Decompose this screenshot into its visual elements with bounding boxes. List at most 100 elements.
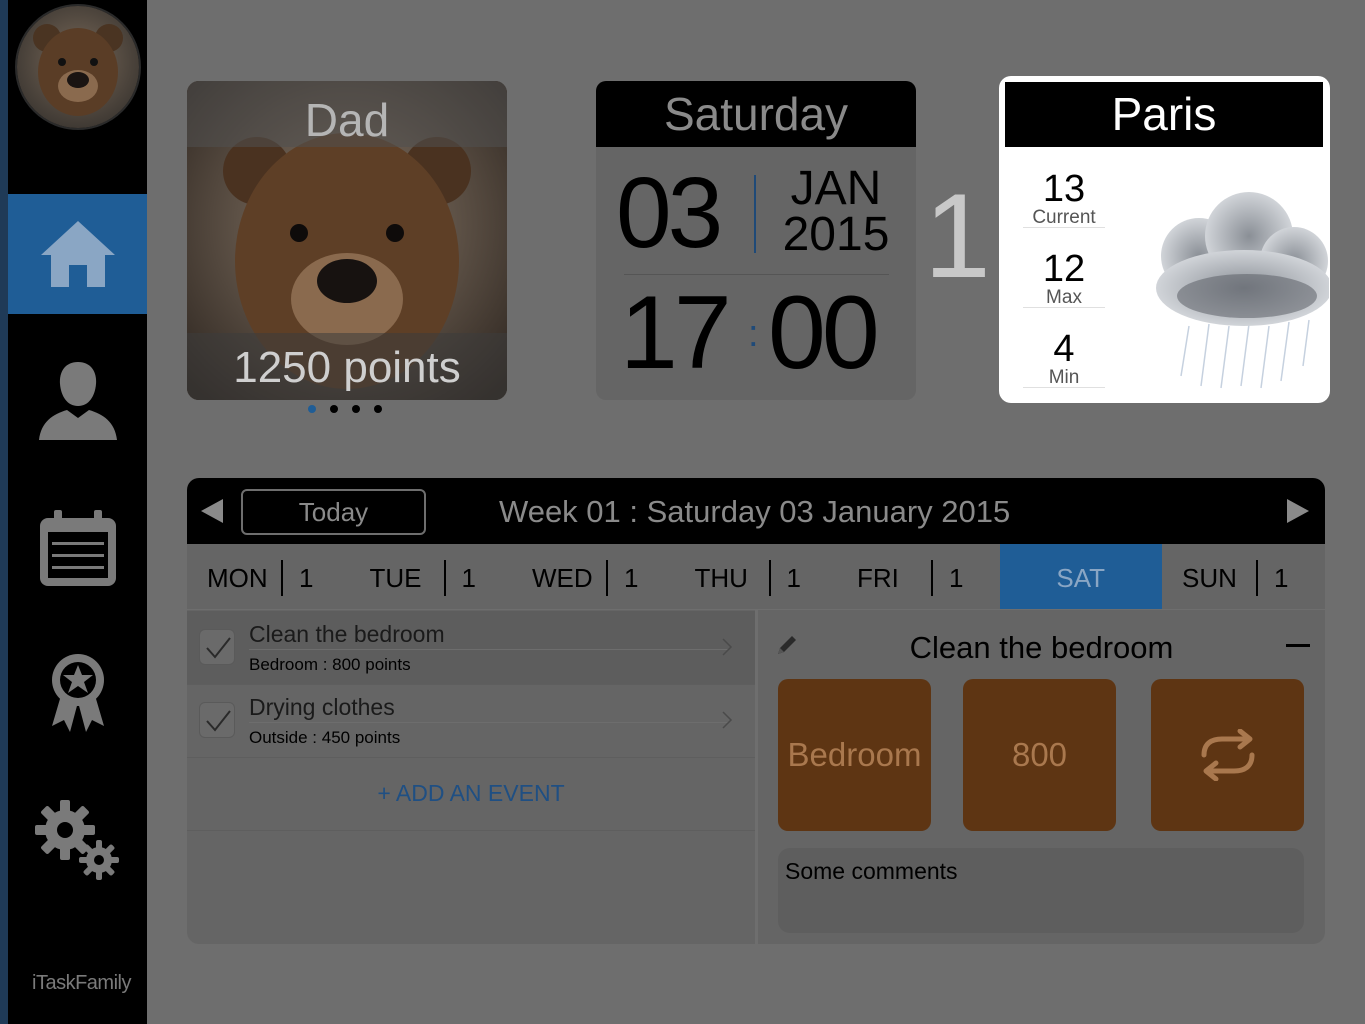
day-count: 1 [1274, 563, 1289, 593]
weather-divider [1023, 307, 1105, 308]
tab-wed[interactable]: WED 1 [512, 544, 675, 609]
day-count: 1 [299, 563, 314, 593]
weather-min-value: 4 [1053, 328, 1075, 370]
tab-sun[interactable]: SUN 1 [1162, 544, 1325, 609]
chevron-right-icon [722, 638, 733, 656]
pager-dot[interactable] [352, 405, 360, 413]
room-label: Bedroom [787, 736, 922, 773]
weather-max: 12 Max [1023, 250, 1105, 309]
award-ribbon-icon [51, 654, 104, 732]
event-detail-panel: Clean the bedroom Bedroom 800 Some comme… [758, 610, 1325, 944]
time-hours: 17 [620, 275, 732, 391]
day-count: 1 [461, 563, 476, 593]
week-navigation: Today Week 01 : Saturday 03 January 2015 [187, 478, 1325, 544]
add-event-button[interactable]: + ADD AN EVENT [187, 780, 755, 807]
row-divider [187, 757, 755, 758]
week-title: Week 01 : Saturday 03 January 2015 [499, 494, 1011, 529]
weather-current-value: 13 [1042, 168, 1086, 210]
event-divider [249, 649, 729, 650]
tab-fri[interactable]: FRI 1 [837, 544, 1000, 609]
date-month: JAN [790, 162, 882, 215]
sidebar-item-home[interactable] [8, 194, 147, 314]
profile-name: Dad [304, 94, 390, 146]
rain-cloud-icon [1156, 192, 1329, 389]
row-divider [187, 830, 755, 831]
repeat-icon [1201, 729, 1254, 781]
day-separator [768, 560, 771, 596]
event-checkbox[interactable] [199, 629, 235, 665]
day-name: SAT [1056, 563, 1106, 593]
sidebar: iTaskFamily [0, 0, 147, 1024]
day-name: THU [694, 563, 748, 593]
day-separator [281, 560, 283, 596]
weather-max-label: Max [1046, 287, 1082, 308]
tab-thu[interactable]: THU 1 [675, 544, 838, 609]
day-name: TUE [369, 563, 422, 593]
repeat-tile[interactable] [1151, 679, 1304, 831]
chevron-right-icon [722, 711, 733, 729]
avatar[interactable] [15, 4, 141, 130]
day-name: SUN [1182, 563, 1237, 593]
date-day: 03 [616, 157, 723, 269]
day-separator [1256, 560, 1258, 596]
weather-min: 4 Min [1023, 330, 1105, 389]
day-count: 1 [786, 563, 801, 593]
day-tabs: MON 1 TUE 1 WED 1 THU 1 FRI 1 SAT SUN 1 [187, 544, 1325, 609]
event-subtitle: Outside : 450 points [249, 728, 401, 747]
day-separator [606, 560, 608, 596]
weather-max-value: 12 [1042, 248, 1086, 290]
day-count: 1 [624, 563, 639, 593]
room-tile[interactable]: Bedroom [778, 679, 931, 831]
event-subtitle: Bedroom : 800 points [249, 655, 411, 674]
weather-card: Paris 13 Current 12 Max 4 Min [999, 76, 1330, 403]
date-year: 2015 [782, 208, 890, 261]
events-list: Clean the bedroom Bedroom : 800 points D… [187, 610, 755, 944]
sidebar-edge [0, 0, 8, 1024]
check-icon [206, 637, 231, 659]
profile-card[interactable]: Dad 1250 points [187, 81, 507, 400]
day-separator [443, 560, 446, 596]
tab-tue[interactable]: TUE 1 [350, 544, 513, 609]
event-checkbox[interactable] [199, 702, 235, 738]
datetime-card: Saturday 03 JAN 2015 17 : 00 [596, 81, 916, 400]
weather-divider [1023, 227, 1105, 228]
side-number: 1 [924, 169, 991, 303]
event-item[interactable]: Drying clothes Outside : 450 points [187, 684, 755, 757]
weather-current: 13 Current [1023, 170, 1105, 229]
date-separator [754, 175, 756, 253]
points-value: 800 [1011, 736, 1068, 773]
brand-logo: iTaskFamily [32, 972, 131, 994]
day-separator [931, 560, 933, 596]
event-divider [249, 722, 729, 723]
prev-week-button[interactable] [199, 498, 225, 524]
comments-field[interactable]: Some comments [778, 848, 1304, 933]
sidebar-item-settings[interactable] [8, 780, 147, 900]
day-name: FRI [857, 563, 899, 593]
weather-divider [1023, 387, 1105, 388]
time-colon: : [748, 313, 759, 355]
tab-sat[interactable]: SAT [999, 544, 1162, 609]
next-week-button[interactable] [1285, 498, 1311, 524]
gear-icon [34, 800, 119, 880]
event-item[interactable]: Clean the bedroom Bedroom : 800 points [187, 611, 755, 684]
sidebar-item-rewards[interactable] [8, 632, 147, 752]
day-name: WED [532, 563, 593, 593]
weather-city: Paris [1005, 82, 1323, 147]
tab-mon[interactable]: MON 1 [187, 544, 350, 609]
event-title: Drying clothes [249, 694, 395, 720]
points-tile[interactable]: 800 [963, 679, 1116, 831]
pager-dot[interactable] [308, 405, 316, 413]
check-icon [206, 710, 231, 732]
today-button[interactable]: Today [241, 489, 426, 535]
sidebar-item-profile[interactable] [8, 340, 147, 460]
weather-min-label: Min [1048, 367, 1080, 388]
sidebar-item-calendar[interactable] [8, 488, 147, 608]
pager-dot[interactable] [374, 405, 382, 413]
home-icon [40, 221, 115, 287]
pager-dot[interactable] [330, 405, 338, 413]
time-minutes: 00 [768, 275, 880, 391]
day-name: MON [207, 563, 268, 593]
weekday-header: Saturday [596, 81, 916, 147]
profile-pager[interactable] [308, 405, 382, 413]
collapse-button[interactable] [1286, 644, 1310, 647]
